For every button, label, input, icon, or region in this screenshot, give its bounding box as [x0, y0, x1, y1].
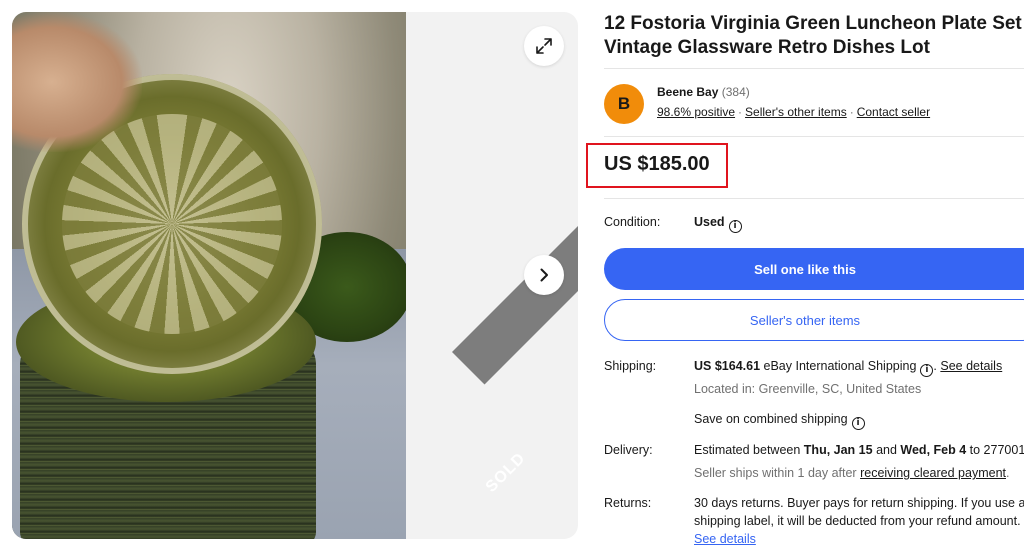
seller-name-line: Beene Bay (384) [657, 85, 750, 99]
info-icon[interactable]: i [920, 364, 934, 377]
info-icon[interactable]: i [851, 417, 865, 430]
sell-one-like-this-button[interactable]: Sell one like this [604, 248, 1024, 290]
seller-avatar[interactable]: B [604, 84, 644, 124]
photo-hand [12, 12, 142, 152]
seller-other-items-link[interactable]: Seller's other items [745, 105, 847, 119]
handling-prefix: Seller ships within 1 day after [694, 466, 857, 480]
shipping-label: Shipping: [604, 359, 657, 373]
listing-title: 12 Fostoria Virginia Green Luncheon Plat… [604, 13, 1022, 58]
image-gallery: SOLD [12, 12, 578, 539]
handling-suffix: . [1006, 466, 1010, 480]
sold-ribbon-band [452, 83, 578, 385]
combined-shipping-text: Save on combined shipping [694, 412, 848, 426]
returns-policy-line-2: shipping label, it will be deducted from… [694, 514, 1021, 528]
condition-value: Used [694, 215, 725, 229]
condition-label: Condition: [604, 215, 661, 229]
shipping-value-line: US $164.61 eBay International Shipping i.… [694, 359, 1003, 377]
returns-see-details-line: See details [694, 532, 756, 546]
shipping-see-details-link[interactable]: See details [940, 359, 1002, 373]
listing-details: 12 Fostoria Virginia Green Luncheon Plat… [586, 0, 1024, 553]
seller-positive-link[interactable]: 98.6% positive [657, 105, 735, 119]
chevron-right-icon [540, 268, 548, 282]
condition-value-line: Used i [694, 215, 742, 233]
sellers-other-items-button[interactable]: Seller's other items [604, 299, 1024, 341]
seller-name[interactable]: Beene Bay [657, 85, 718, 99]
expand-image-button[interactable] [524, 26, 564, 66]
divider [604, 68, 1024, 69]
delivery-label: Delivery: [604, 443, 653, 457]
contact-seller-link[interactable]: Contact seller [857, 105, 930, 119]
divider [604, 136, 1024, 137]
delivery-date-end: Wed, Feb 4 [900, 443, 967, 457]
returns-see-details-link[interactable]: See details [694, 532, 756, 546]
delivery-estimate-line: Estimated between Thu, Jan 15 and Wed, F… [694, 443, 1024, 461]
expand-icon [536, 38, 552, 54]
link-separator: · [738, 105, 743, 119]
seller-links: 98.6% positive · Seller's other items · Cont… [657, 105, 930, 119]
shipping-method: eBay International Shipping [763, 359, 917, 373]
product-photo[interactable] [12, 12, 406, 539]
sold-ribbon-label: SOLD [482, 449, 530, 496]
seller-card: B Beene Bay (384) 98.6% positive · Seller'… [604, 82, 1024, 126]
delivery-suffix: to 277001 [969, 443, 1024, 457]
delivery-date-start: Thu, Jan 15 [803, 443, 873, 457]
seller-feedback-count[interactable]: (384) [722, 85, 750, 99]
link-separator: · [849, 105, 854, 119]
returns-policy-line-1: 30 days returns. Buyer pays for return s… [694, 496, 1024, 510]
delivery-prefix: Estimated between [694, 443, 801, 457]
handling-time-line: Seller ships within 1 day after receivin… [694, 466, 1009, 480]
combined-shipping-line: Save on combined shipping i [694, 412, 865, 430]
shipping-amount: US $164.61 [694, 359, 761, 373]
item-location: Located in: Greenville, SC, United State… [694, 382, 922, 396]
returns-label: Returns: [604, 496, 652, 510]
info-icon[interactable]: i [728, 220, 742, 233]
divider [604, 198, 1024, 199]
next-image-button[interactable] [524, 255, 564, 295]
delivery-and: and [876, 443, 897, 457]
cleared-payment-link[interactable]: receiving cleared payment [860, 466, 1006, 480]
item-price: US $185.00 [604, 153, 710, 175]
